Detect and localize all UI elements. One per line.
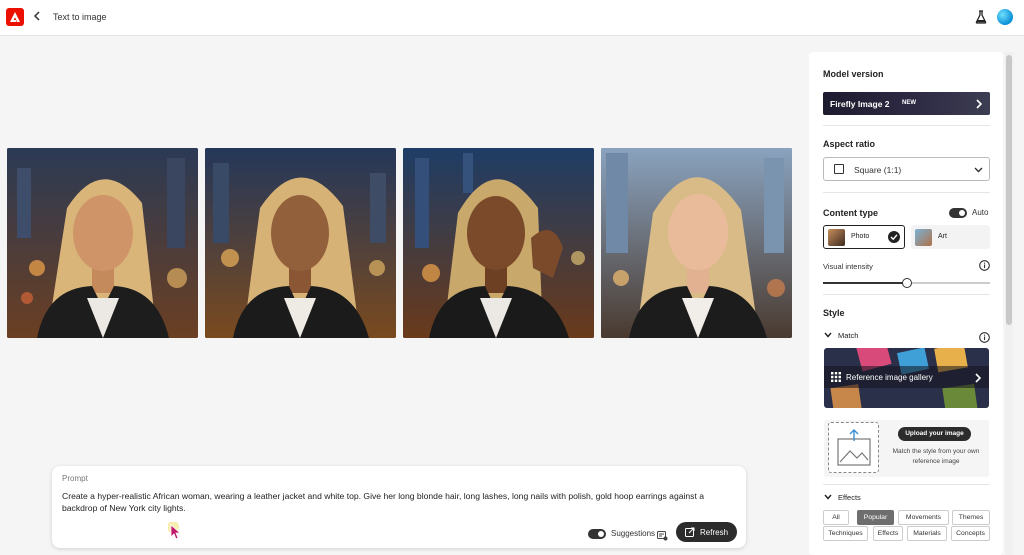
generated-image-3[interactable] (403, 148, 594, 338)
square-icon (834, 164, 844, 174)
photo-label: Photo (851, 233, 870, 240)
settings-panel: Model version Firefly Image 2 NEW Aspect… (809, 52, 1003, 555)
chevron-right-icon (976, 99, 982, 109)
reference-gallery-label: Reference image gallery (846, 373, 933, 382)
visual-intensity-label: Visual intensity (823, 262, 873, 271)
divider (823, 484, 990, 485)
content-type-heading: Content type (823, 208, 878, 218)
avatar[interactable] (997, 9, 1013, 25)
suggestions-settings-icon[interactable] (657, 528, 668, 546)
chip-techniques[interactable]: Techniques (823, 526, 868, 541)
adobe-logo-icon[interactable] (6, 8, 24, 26)
chevron-right-icon (975, 373, 981, 383)
divider (823, 294, 990, 295)
style-heading: Style (823, 308, 845, 318)
visual-intensity-slider[interactable] (902, 278, 912, 288)
generated-image-1[interactable] (7, 148, 198, 338)
upload-image-button[interactable]: Upload your image (898, 427, 971, 441)
grid-icon (831, 372, 841, 382)
prompt-panel: Prompt Create a hyper-realistic African … (52, 466, 746, 548)
aspect-ratio-value: Square (1:1) (854, 165, 902, 175)
content-type-photo[interactable]: Photo (823, 225, 905, 249)
page-title: Text to image (53, 12, 107, 22)
generated-image-2[interactable] (205, 148, 396, 338)
chip-concepts[interactable]: Concepts (951, 526, 990, 541)
chip-movements[interactable]: Movements (898, 510, 949, 525)
aspect-ratio-select[interactable]: Square (1:1) (823, 157, 990, 181)
reference-image-gallery-button[interactable]: Reference image gallery (824, 348, 989, 408)
match-label[interactable]: Match (838, 331, 858, 340)
chip-effects[interactable]: Effects (873, 526, 903, 541)
divider (823, 125, 990, 126)
auto-toggle[interactable] (949, 208, 967, 218)
chevron-down-icon (974, 167, 983, 173)
panel-scroll-thumb[interactable] (1006, 55, 1012, 325)
checkmark-icon (888, 231, 900, 243)
divider (823, 192, 990, 193)
info-icon[interactable] (979, 332, 990, 343)
top-bar: Text to image (0, 0, 1024, 36)
refresh-label: Refresh (700, 528, 729, 537)
chevron-down-icon[interactable] (824, 332, 832, 338)
upload-reference-box: Upload your image Match the style from y… (824, 420, 989, 477)
generated-image-4[interactable] (601, 148, 792, 338)
flask-icon[interactable] (975, 10, 987, 29)
info-icon[interactable] (979, 260, 990, 271)
chevron-down-icon[interactable] (824, 494, 832, 500)
upload-description: Match the style from your own reference … (892, 448, 980, 465)
auto-label: Auto (972, 208, 989, 217)
chip-popular[interactable]: Popular (857, 510, 894, 525)
aspect-ratio-heading: Aspect ratio (823, 139, 876, 149)
visual-intensity-fill (823, 282, 907, 284)
effects-label[interactable]: Effects (838, 493, 861, 502)
prompt-input[interactable]: Create a hyper-realistic African woman, … (62, 490, 732, 514)
model-version-heading: Model version (823, 69, 884, 79)
chevron-left-icon[interactable] (33, 9, 41, 24)
model-version-button[interactable]: Firefly Image 2 NEW (823, 92, 990, 115)
upload-icon (837, 429, 871, 466)
new-badge: NEW (902, 100, 916, 106)
chip-materials[interactable]: Materials (907, 526, 947, 541)
chip-all[interactable]: All (823, 510, 849, 525)
suggestions-toggle[interactable] (588, 529, 606, 539)
chip-themes[interactable]: Themes (952, 510, 990, 525)
art-label: Art (938, 233, 947, 240)
suggestions-label: Suggestions (611, 529, 656, 538)
refresh-button[interactable]: Refresh (676, 522, 737, 542)
model-version-value: Firefly Image 2 (830, 99, 890, 109)
photo-thumbnail (828, 229, 845, 246)
upload-dropzone[interactable] (828, 422, 879, 473)
content-type-art[interactable]: Art (911, 225, 990, 249)
prompt-label: Prompt (62, 474, 88, 483)
refresh-icon (685, 527, 695, 537)
mouse-cursor-icon (168, 522, 182, 540)
art-thumbnail (915, 229, 932, 246)
